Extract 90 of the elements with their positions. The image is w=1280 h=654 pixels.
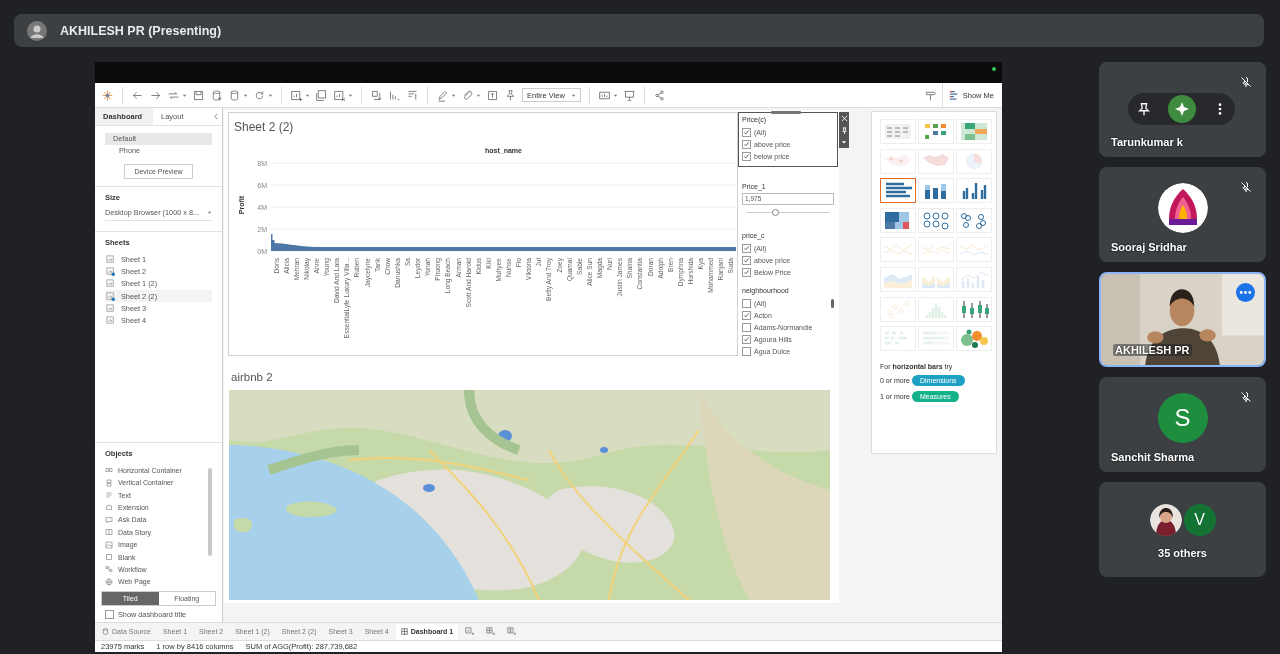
caret-icon[interactable] bbox=[305, 92, 310, 98]
vertical-container-icon bbox=[105, 478, 113, 487]
avatar: V bbox=[1183, 503, 1216, 536]
worksheet-icon bbox=[106, 291, 115, 301]
logo-icon[interactable] bbox=[101, 88, 114, 102]
avatar-icon bbox=[27, 20, 47, 41]
worksheet-icon bbox=[106, 266, 115, 276]
participant-name: Sanchit Sharma bbox=[1111, 451, 1195, 463]
participant-tile[interactable]: S Sanchit Sharma bbox=[1099, 377, 1266, 472]
checkbox[interactable] bbox=[742, 127, 751, 137]
caret-icon[interactable] bbox=[476, 92, 481, 98]
participant-tile[interactable]: V 35 others bbox=[1099, 482, 1266, 577]
avatar: S bbox=[1157, 392, 1208, 443]
participant-name: AKHILESH PR bbox=[1113, 344, 1192, 356]
scrollbar[interactable] bbox=[208, 468, 212, 557]
speech-bubble-icon bbox=[105, 515, 113, 524]
sheet-title: airbnb 2 bbox=[230, 370, 274, 385]
pin-icon[interactable] bbox=[1136, 102, 1151, 116]
sort-ascending-icon[interactable] bbox=[388, 88, 401, 102]
new-dashboard-icon[interactable] bbox=[486, 627, 496, 636]
worksheet-icon bbox=[106, 303, 115, 313]
worksheet-icon bbox=[106, 316, 115, 326]
checkbox[interactable] bbox=[742, 151, 751, 161]
caret-icon[interactable] bbox=[451, 92, 456, 98]
refresh-icon[interactable] bbox=[253, 88, 266, 102]
sort-descending-icon[interactable] bbox=[406, 88, 419, 102]
worksheet-icon bbox=[106, 279, 115, 289]
database-plus-icon[interactable] bbox=[210, 88, 223, 102]
drag-handle[interactable] bbox=[771, 111, 801, 114]
checkbox[interactable] bbox=[742, 255, 751, 265]
caret-icon[interactable] bbox=[243, 92, 248, 98]
checkbox[interactable] bbox=[742, 322, 751, 332]
checkbox[interactable] bbox=[742, 139, 751, 149]
participant-name: Tarunkumar k bbox=[1111, 136, 1183, 148]
participant-tile[interactable]: Tarunkumar k bbox=[1099, 62, 1266, 157]
participant-tile[interactable]: AKHILESH PR bbox=[1099, 272, 1266, 367]
new-story-icon[interactable] bbox=[507, 627, 517, 636]
globe-icon bbox=[105, 577, 113, 586]
database-icon[interactable] bbox=[228, 88, 241, 102]
text-box-icon[interactable] bbox=[486, 88, 499, 102]
close-icon[interactable] bbox=[840, 114, 848, 122]
mic-off-icon bbox=[1240, 181, 1252, 193]
chart-type-button[interactable] bbox=[880, 178, 916, 204]
workflow-icon bbox=[105, 565, 113, 574]
checkbox[interactable] bbox=[105, 610, 114, 619]
chart-plus-icon[interactable] bbox=[290, 88, 303, 102]
more-options-icon[interactable] bbox=[1236, 283, 1255, 302]
caret-icon[interactable] bbox=[841, 139, 847, 146]
sparkle-icon[interactable] bbox=[1167, 95, 1196, 123]
book-icon bbox=[105, 528, 113, 537]
database-icon bbox=[102, 628, 109, 635]
save-icon[interactable] bbox=[192, 88, 205, 102]
swap-axes-icon[interactable] bbox=[370, 88, 383, 102]
duplicate-icon[interactable] bbox=[315, 88, 328, 102]
pen-icon[interactable] bbox=[436, 88, 449, 102]
caret-icon bbox=[570, 92, 576, 98]
checkbox[interactable] bbox=[742, 267, 751, 277]
paperclip-icon[interactable] bbox=[461, 88, 474, 102]
caret-icon[interactable] bbox=[182, 92, 187, 98]
presentation-icon[interactable] bbox=[622, 88, 636, 102]
participant-name: Sooraj Sridhar bbox=[1111, 241, 1187, 253]
chart-clear-icon[interactable] bbox=[333, 88, 346, 102]
sheet-title: Sheet 2 (2) bbox=[233, 119, 295, 136]
slider-thumb[interactable] bbox=[772, 209, 780, 216]
mic-off-icon bbox=[1240, 391, 1252, 403]
new-sheet-icon[interactable] bbox=[465, 627, 475, 636]
checkbox[interactable] bbox=[742, 243, 751, 253]
worksheet-icon bbox=[106, 254, 115, 264]
caret-icon[interactable] bbox=[348, 92, 353, 98]
status-dot bbox=[992, 66, 996, 71]
text-icon bbox=[105, 491, 113, 500]
share-icon[interactable] bbox=[652, 88, 666, 102]
image-icon bbox=[105, 540, 113, 549]
collapse-icon[interactable] bbox=[213, 113, 220, 120]
grid-icon bbox=[400, 628, 408, 635]
checkbox[interactable] bbox=[742, 334, 751, 344]
checkbox[interactable] bbox=[742, 346, 751, 356]
caret-icon bbox=[207, 210, 212, 215]
checkbox[interactable] bbox=[742, 298, 751, 308]
presenter-name: AKHILESH PR (Presenting) bbox=[60, 23, 222, 38]
checkbox[interactable] bbox=[742, 310, 751, 320]
mic-off-icon bbox=[1240, 76, 1252, 88]
puzzle-icon bbox=[105, 503, 113, 512]
caret-icon[interactable] bbox=[268, 92, 273, 98]
participant-tile[interactable]: Sooraj Sridhar bbox=[1099, 167, 1266, 262]
bar-chart-icon bbox=[948, 90, 959, 100]
scrollbar[interactable] bbox=[831, 299, 834, 308]
participant-name: 35 others bbox=[1157, 547, 1208, 559]
pin-icon[interactable] bbox=[840, 127, 848, 134]
horizontal-container-icon bbox=[105, 466, 113, 475]
